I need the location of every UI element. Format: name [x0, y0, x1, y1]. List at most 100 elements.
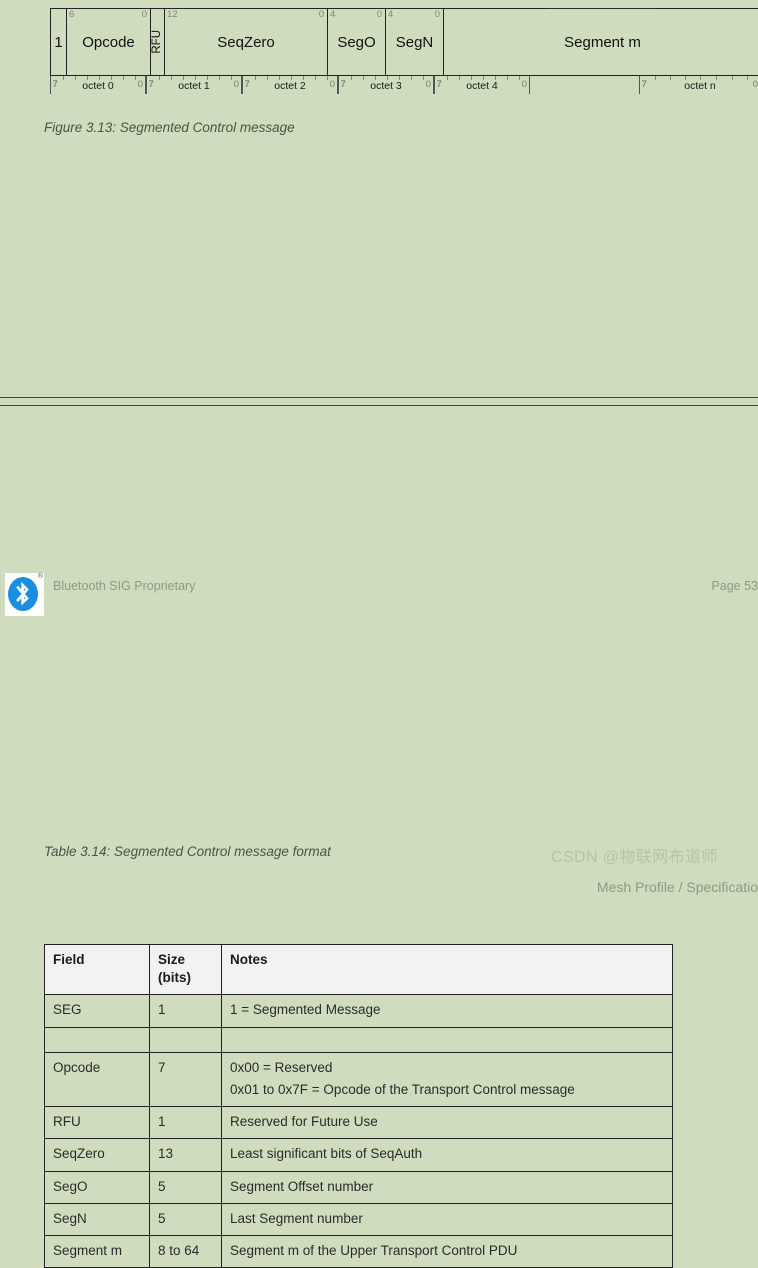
- cell-notes: Last Segment number: [221, 1202, 673, 1236]
- cell-field: Opcode: [44, 1051, 150, 1108]
- bit-index-left: 4: [330, 9, 336, 20]
- cell-size: 13: [149, 1138, 222, 1172]
- page-footer: ® Bluetooth SIG Proprietary Page 53: [0, 285, 758, 616]
- octet-label: octet 4: [466, 80, 498, 92]
- table-header-row: Field Size (bits) Notes: [44, 943, 673, 996]
- table-row: [44, 1026, 673, 1053]
- packet-field-label: RFU: [150, 30, 163, 54]
- octet-right-bit: 0: [425, 79, 431, 90]
- packet-field-opcode: 6 0 Opcode: [67, 9, 151, 75]
- cell-size: 8 to 64: [149, 1234, 222, 1268]
- table-header-size: Size (bits): [149, 943, 222, 996]
- cell-field: SEG: [44, 994, 150, 1028]
- packet-field-label: SegN: [395, 33, 434, 51]
- packet-field-sego: 4 0 SegO: [328, 9, 386, 75]
- cell-notes: Least significant bits of SeqAuth: [221, 1138, 673, 1172]
- packet-field-seqzero: 12 0 SeqZero: [165, 9, 328, 75]
- cell-field: Segment m: [44, 1234, 150, 1268]
- octet-right-bit: 0: [329, 79, 335, 90]
- cell-notes: [221, 1026, 673, 1053]
- cell-size: 5: [149, 1202, 222, 1236]
- csdn-watermark: CSDN @物联网布道师: [551, 849, 718, 866]
- cell-field: SeqZero: [44, 1138, 150, 1172]
- bit-index-left: 6: [69, 9, 75, 20]
- octet-right-bit: 0: [521, 79, 527, 90]
- octet-ruler: 7 octet 0 0 7 octet 1 0 7 octet 2 0 7 oc…: [50, 75, 758, 94]
- octet-right-bit: 0: [233, 79, 239, 90]
- cell-notes: Reserved for Future Use: [221, 1106, 673, 1140]
- bit-index-right: 0: [318, 9, 324, 20]
- octet-label: octet 2: [274, 80, 306, 92]
- table-row: SeqZero 13 Least significant bits of Seq…: [44, 1138, 673, 1172]
- cell-notes: 1 = Segmented Message: [221, 994, 673, 1028]
- note-line: 0x00 = Reserved: [230, 1059, 333, 1075]
- bit-index-left: 4: [388, 9, 394, 20]
- note-line: Segment Offset number: [230, 1178, 374, 1194]
- packet-field-rfu: RFU: [151, 9, 165, 75]
- octet-cell: 7 octet 3 0: [338, 76, 434, 94]
- packet-diagram-figure: 1 6 0 Opcode RFU 12 0 SeqZero 4 0 SegO 4…: [50, 8, 758, 94]
- message-format-table: Field Size (bits) Notes SEG 1 1 = Segmen…: [44, 943, 673, 1268]
- octet-label: octet 1: [178, 80, 210, 92]
- cell-notes: Segment m of the Upper Transport Control…: [221, 1234, 673, 1268]
- packet-field-label: Segment m: [564, 33, 641, 51]
- packet-field-label: Opcode: [82, 33, 135, 51]
- cell-size: 1: [149, 994, 222, 1028]
- table-header-notes: Notes: [221, 943, 673, 996]
- bit-index-right: 0: [376, 9, 382, 20]
- page-header-breadcrumb: Mesh Profile / Specificatio: [596, 879, 758, 895]
- note-line: Least significant bits of SeqAuth: [230, 1146, 423, 1162]
- note-line: 1 = Segmented Message: [230, 1002, 381, 1018]
- octet-label: octet 3: [370, 80, 402, 92]
- octet-right-bit: 0: [752, 79, 758, 90]
- cell-notes: 0x00 = Reserved 0x01 to 0x7F = Opcode of…: [221, 1051, 673, 1108]
- continuation-dots-top: [548, 8, 656, 9]
- cell-field: [44, 1026, 150, 1053]
- note-line: Reserved for Future Use: [230, 1114, 378, 1130]
- page-break-rule-top: [0, 397, 758, 398]
- octet-label: octet n: [684, 80, 716, 92]
- cell-field: SegN: [44, 1202, 150, 1236]
- figure-caption: Figure 3.13: Segmented Control message: [44, 120, 295, 135]
- table-header-size-line1: Size: [158, 952, 186, 967]
- bit-index-right: 0: [434, 9, 440, 20]
- octet-cell: 7 octet 1 0: [146, 76, 242, 94]
- document-page-2: Mesh Profile / Specificatio Field Size (…: [0, 405, 758, 1268]
- packet-diagram: 1 6 0 Opcode RFU 12 0 SeqZero 4 0 SegO 4…: [50, 8, 758, 94]
- packet-field-label: SegO: [337, 33, 376, 51]
- bit-index-left: 12: [167, 9, 178, 20]
- packet-field-segment-m: Segment m: [444, 9, 758, 75]
- cell-size: 1: [149, 1106, 222, 1140]
- table-row: Opcode 7 0x00 = Reserved 0x01 to 0x7F = …: [44, 1051, 673, 1108]
- packet-field-seg: 1: [51, 9, 67, 75]
- packet-field-label: 1: [54, 33, 63, 51]
- note-line: 0x01 to 0x7F = Opcode of the Transport C…: [230, 1081, 575, 1097]
- packet-field-segn: 4 0 SegN: [386, 9, 444, 75]
- message-format-table-wrapper: Field Size (bits) Notes SEG 1 1 = Segmen…: [44, 943, 673, 1268]
- table-row: RFU 1 Reserved for Future Use: [44, 1106, 673, 1140]
- packet-field-row: 1 6 0 Opcode RFU 12 0 SeqZero 4 0 SegO 4…: [50, 8, 758, 76]
- table-header-field: Field: [44, 943, 150, 996]
- octet-right-bit: 0: [137, 79, 143, 90]
- table-row: SEG 1 1 = Segmented Message: [44, 994, 673, 1028]
- octet-cell: 7 octet 2 0: [242, 76, 338, 94]
- octet-cell: 7 octet 0 0: [50, 76, 146, 94]
- cell-size: [149, 1026, 222, 1053]
- packet-field-label: SeqZero: [217, 33, 275, 51]
- octet-cell: 7 octet 4 0: [434, 76, 530, 94]
- note-line: Last Segment number: [230, 1210, 363, 1226]
- cell-field: SegO: [44, 1170, 150, 1204]
- table-caption: Table 3.14: Segmented Control message fo…: [44, 844, 331, 859]
- octet-label: octet 0: [82, 80, 114, 92]
- table-header-size-line2: (bits): [158, 970, 191, 986]
- cell-field: RFU: [44, 1106, 150, 1140]
- cell-size: 7: [149, 1051, 222, 1108]
- cell-size: 5: [149, 1170, 222, 1204]
- bit-index-right: 0: [141, 9, 147, 20]
- octet-cell: 7 octet n 0: [639, 76, 758, 94]
- table-row: Segment m 8 to 64 Segment m of the Upper…: [44, 1234, 673, 1268]
- table-row: SegN 5 Last Segment number: [44, 1202, 673, 1236]
- cell-notes: Segment Offset number: [221, 1170, 673, 1204]
- note-line: Segment m of the Upper Transport Control…: [230, 1242, 518, 1258]
- table-row: SegO 5 Segment Offset number: [44, 1170, 673, 1204]
